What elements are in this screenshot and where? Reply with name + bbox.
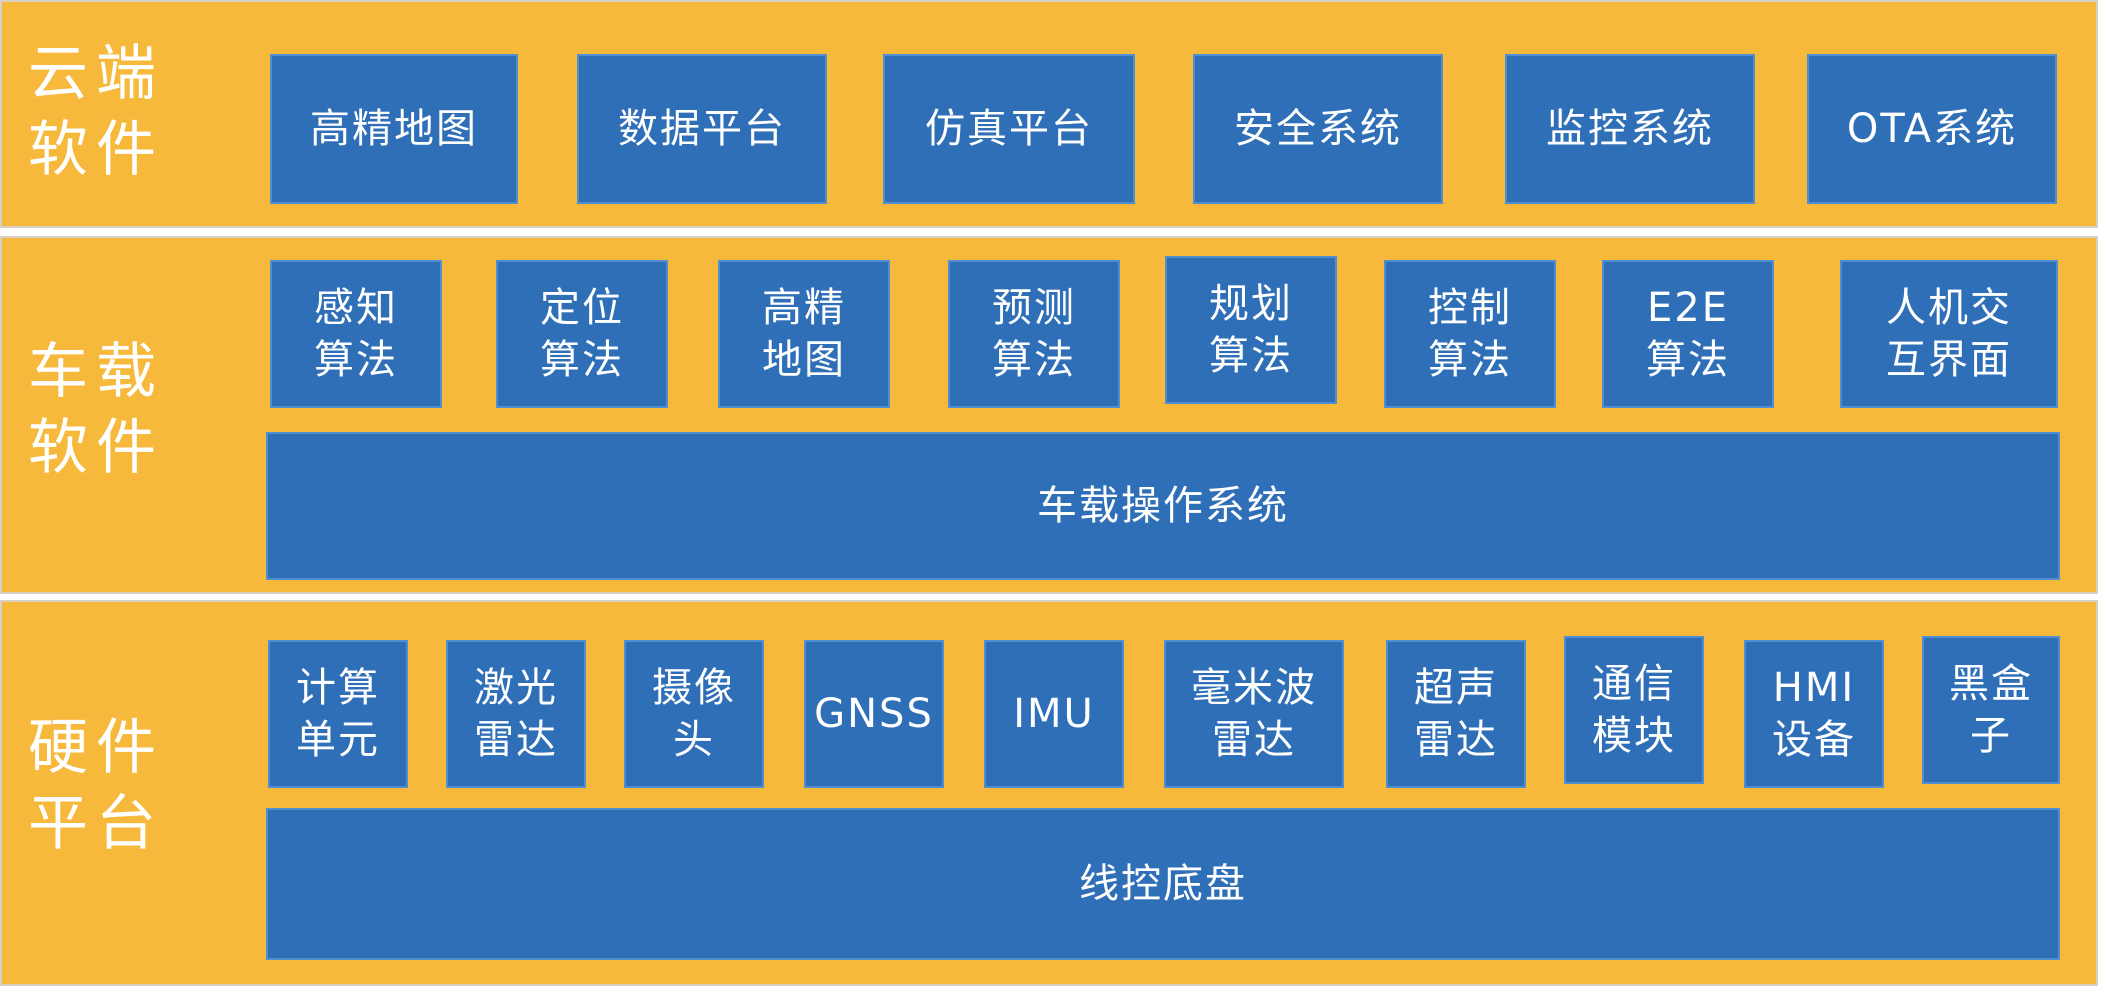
e2e-algorithm-label: E2E算法 (1646, 285, 1730, 383)
hardware-label-line1: 硬件 (28, 713, 164, 783)
mmwave-radar-box: 毫米波雷达 (1164, 640, 1344, 788)
black-box-box: 黑盒子 (1922, 636, 2060, 784)
mmwave-radar-label: 毫米波雷达 (1191, 665, 1317, 763)
drive-by-wire-chassis-label: 线控底盘 (1079, 861, 1247, 907)
vehicle-software-layer: 车载 软件 感知算法 定位算法 高精地图 预测算法 规划算法 控制算法 E2E算… (0, 236, 2098, 594)
gnss-box: GNSS (804, 640, 944, 788)
lidar-label: 激光雷达 (474, 665, 558, 763)
vehicle-os-box: 车载操作系统 (266, 432, 2060, 580)
monitoring-system-label: 监控系统 (1546, 106, 1714, 152)
control-algorithm-label: 控制算法 (1428, 285, 1512, 383)
hmi-device-label: HMI设备 (1772, 665, 1856, 763)
gnss-label: GNSS (814, 691, 934, 737)
data-platform-label: 数据平台 (618, 106, 786, 152)
perception-algorithm-label: 感知算法 (314, 285, 398, 383)
ota-system-label: OTA系统 (1846, 106, 2018, 152)
vehicle-hd-map-label: 高精地图 (762, 285, 846, 383)
localization-algorithm-label: 定位算法 (540, 285, 624, 383)
cloud-label-line2: 软件 (28, 115, 164, 185)
drive-by-wire-chassis-box: 线控底盘 (266, 808, 2060, 960)
compute-unit-box: 计算单元 (268, 640, 408, 788)
e2e-algorithm-box: E2E算法 (1602, 260, 1774, 408)
vehicle-os-label: 车载操作系统 (1037, 483, 1289, 529)
ultrasonic-radar-label: 超声雷达 (1414, 665, 1498, 763)
hmi-interface-label: 人机交互界面 (1886, 285, 2012, 383)
cloud-hd-map-box: 高精地图 (270, 54, 518, 204)
ota-system-box: OTA系统 (1807, 54, 2057, 204)
security-system-label: 安全系统 (1234, 106, 1402, 152)
hmi-interface-box: 人机交互界面 (1840, 260, 2058, 408)
simulation-platform-box: 仿真平台 (883, 54, 1135, 204)
vehicle-label-line2: 软件 (28, 413, 164, 483)
compute-unit-label: 计算单元 (296, 665, 380, 763)
monitoring-system-box: 监控系统 (1505, 54, 1755, 204)
prediction-algorithm-box: 预测算法 (948, 260, 1120, 408)
cloud-software-label: 云端 软件 (28, 36, 164, 188)
black-box-label: 黑盒子 (1949, 661, 2033, 759)
lidar-box: 激光雷达 (446, 640, 586, 788)
architecture-diagram: 云端 软件 高精地图 数据平台 仿真平台 安全系统 监控系统 OTA系统 车载 … (0, 0, 2102, 986)
control-algorithm-box: 控制算法 (1384, 260, 1556, 408)
hardware-platform-label: 硬件 平台 (28, 710, 164, 862)
hardware-platform-layer: 硬件 平台 计算单元 激光雷达 摄像头 GNSS IMU 毫米波雷达 超声雷达 … (0, 600, 2098, 986)
ultrasonic-radar-box: 超声雷达 (1386, 640, 1526, 788)
hmi-device-box: HMI设备 (1744, 640, 1884, 788)
camera-box: 摄像头 (624, 640, 764, 788)
planning-algorithm-box: 规划算法 (1165, 256, 1337, 404)
vehicle-label-line1: 车载 (28, 337, 164, 407)
imu-box: IMU (984, 640, 1124, 788)
cloud-hd-map-label: 高精地图 (310, 106, 478, 152)
data-platform-box: 数据平台 (577, 54, 827, 204)
hardware-label-line2: 平台 (28, 789, 164, 859)
communication-module-label: 通信模块 (1592, 661, 1676, 759)
imu-label: IMU (1013, 691, 1095, 737)
perception-algorithm-box: 感知算法 (270, 260, 442, 408)
camera-label: 摄像头 (652, 665, 736, 763)
vehicle-software-label: 车载 软件 (28, 334, 164, 486)
planning-algorithm-label: 规划算法 (1209, 281, 1293, 379)
prediction-algorithm-label: 预测算法 (992, 285, 1076, 383)
security-system-box: 安全系统 (1193, 54, 1443, 204)
vehicle-hd-map-box: 高精地图 (718, 260, 890, 408)
communication-module-box: 通信模块 (1564, 636, 1704, 784)
cloud-software-layer: 云端 软件 高精地图 数据平台 仿真平台 安全系统 监控系统 OTA系统 (0, 0, 2098, 228)
localization-algorithm-box: 定位算法 (496, 260, 668, 408)
cloud-label-line1: 云端 (28, 39, 164, 109)
simulation-platform-label: 仿真平台 (925, 106, 1093, 152)
